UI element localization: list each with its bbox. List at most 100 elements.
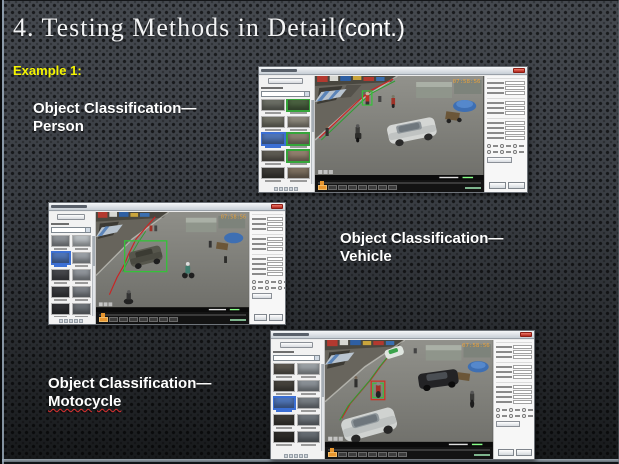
field-input[interactable] (505, 106, 525, 110)
filter-dropdown[interactable] (51, 227, 91, 233)
close-icon[interactable] (513, 68, 525, 73)
field-input[interactable] (513, 350, 532, 354)
pager-button[interactable] (289, 187, 293, 191)
thumbnail-scrollbar[interactable] (321, 364, 324, 451)
detection-thumbnail[interactable] (72, 252, 91, 267)
field-input[interactable] (267, 217, 283, 221)
detection-thumbnail[interactable] (287, 116, 311, 131)
radio-button[interactable] (513, 150, 517, 154)
field-input[interactable] (513, 355, 532, 359)
playback-button[interactable] (348, 185, 357, 190)
panel-small-button[interactable] (496, 421, 520, 427)
scrubber-handle[interactable] (320, 181, 324, 185)
radio-button[interactable] (252, 280, 256, 284)
detection-thumbnail[interactable] (273, 363, 295, 378)
panel-button[interactable] (280, 342, 314, 348)
video-scrubber[interactable] (99, 314, 246, 316)
radio-button[interactable] (500, 144, 504, 148)
radio-button[interactable] (522, 414, 526, 418)
detection-thumbnail[interactable] (297, 380, 319, 395)
close-icon[interactable] (271, 204, 283, 209)
field-input[interactable] (267, 262, 283, 266)
detection-thumbnail[interactable] (51, 303, 70, 317)
scrubber-handle[interactable] (330, 448, 334, 452)
field-input[interactable] (505, 86, 525, 90)
field-input[interactable] (513, 370, 532, 374)
field-input[interactable] (513, 395, 532, 399)
radio-button[interactable] (509, 414, 513, 418)
detection-thumbnail[interactable] (51, 235, 70, 250)
playback-button[interactable] (159, 317, 168, 322)
detection-thumbnail[interactable] (297, 363, 319, 378)
radio-button[interactable] (487, 150, 491, 154)
playback-button[interactable] (328, 185, 337, 190)
field-input[interactable] (513, 375, 532, 379)
playback-button[interactable] (378, 185, 387, 190)
pager-button[interactable] (294, 454, 298, 458)
field-input[interactable] (513, 400, 532, 404)
pager-button[interactable] (299, 454, 303, 458)
radio-button[interactable] (278, 286, 282, 290)
cancel-button[interactable] (269, 314, 283, 321)
pager-button[interactable] (69, 319, 73, 323)
pager-button[interactable] (289, 454, 293, 458)
radio-button[interactable] (265, 286, 269, 290)
pager-button[interactable] (74, 319, 78, 323)
radio-button[interactable] (252, 286, 256, 290)
playback-button[interactable] (129, 317, 138, 322)
pager-button[interactable] (304, 454, 308, 458)
playback-button[interactable] (169, 317, 178, 322)
ok-button[interactable] (254, 314, 268, 321)
radio-button[interactable] (500, 150, 504, 154)
play-button[interactable] (318, 185, 327, 190)
field-input[interactable] (267, 272, 283, 276)
pager-button[interactable] (284, 187, 288, 191)
field-input[interactable] (513, 365, 532, 369)
field-input[interactable] (267, 227, 283, 231)
ok-button[interactable] (498, 449, 514, 456)
pager-button[interactable] (284, 454, 288, 458)
detection-thumbnail[interactable] (261, 99, 285, 114)
pager-button[interactable] (279, 187, 283, 191)
detection-thumbnail[interactable] (273, 414, 295, 429)
pager-button[interactable] (274, 187, 278, 191)
detection-thumbnail[interactable] (51, 269, 70, 284)
detection-thumbnail[interactable] (51, 252, 70, 267)
field-input[interactable] (505, 111, 525, 115)
field-input[interactable] (505, 121, 525, 125)
playback-button[interactable] (388, 185, 397, 190)
radio-button[interactable] (522, 408, 526, 412)
detection-thumbnail[interactable] (261, 133, 285, 148)
detection-thumbnail[interactable] (273, 380, 295, 395)
ok-button[interactable] (489, 182, 506, 189)
playback-button[interactable] (119, 317, 128, 322)
field-input[interactable] (505, 91, 525, 95)
playback-button[interactable] (398, 452, 407, 457)
field-input[interactable] (267, 237, 283, 241)
field-input[interactable] (505, 126, 525, 130)
radio-button[interactable] (278, 280, 282, 284)
radio-button[interactable] (496, 408, 500, 412)
playback-button[interactable] (149, 317, 158, 322)
detection-thumbnail[interactable] (297, 397, 319, 412)
field-input[interactable] (505, 136, 525, 140)
playback-button[interactable] (109, 317, 118, 322)
radio-button[interactable] (496, 414, 500, 418)
playback-button[interactable] (338, 185, 347, 190)
play-button[interactable] (328, 452, 337, 457)
detection-thumbnail[interactable] (287, 99, 311, 114)
cancel-button[interactable] (508, 182, 525, 189)
playback-button[interactable] (348, 452, 357, 457)
field-input[interactable] (505, 101, 525, 105)
playback-button[interactable] (388, 452, 397, 457)
detection-thumbnail[interactable] (273, 397, 295, 412)
scrubber-handle[interactable] (101, 313, 105, 317)
pager-button[interactable] (79, 319, 83, 323)
playback-button[interactable] (338, 452, 347, 457)
panel-small-button[interactable] (252, 293, 273, 299)
radio-button[interactable] (509, 408, 513, 412)
playback-button[interactable] (358, 185, 367, 190)
filter-dropdown[interactable] (261, 91, 310, 97)
playback-button[interactable] (358, 452, 367, 457)
panel-button[interactable] (268, 78, 303, 84)
